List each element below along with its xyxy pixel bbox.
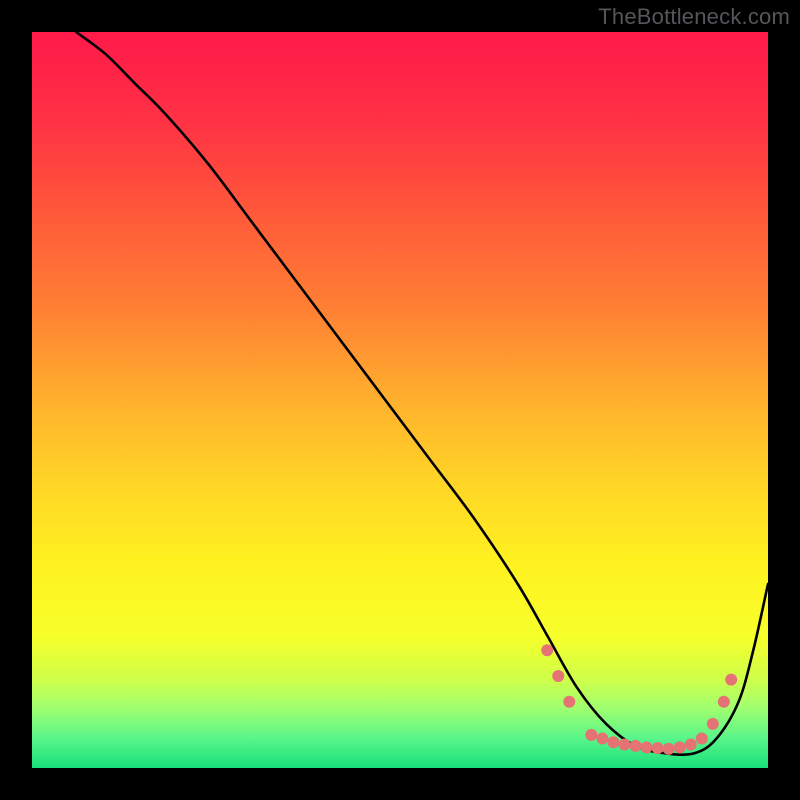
- marker-dot: [630, 740, 642, 752]
- marker-dot: [696, 733, 708, 745]
- watermark-text: TheBottleneck.com: [598, 4, 790, 30]
- marker-dot: [563, 696, 575, 708]
- marker-dot: [607, 736, 619, 748]
- marker-dot: [725, 674, 737, 686]
- marker-dot: [718, 696, 730, 708]
- marker-dot: [641, 741, 653, 753]
- chart-container: TheBottleneck.com: [0, 0, 800, 800]
- marker-dot: [652, 742, 664, 754]
- marker-dot: [541, 644, 553, 656]
- marker-dot: [685, 738, 697, 750]
- marker-dot: [663, 743, 675, 755]
- gradient-background: [32, 32, 768, 768]
- marker-dot: [707, 718, 719, 730]
- plot-area: [32, 32, 768, 768]
- chart-svg: [32, 32, 768, 768]
- marker-dot: [596, 733, 608, 745]
- marker-dot: [585, 729, 597, 741]
- marker-dot: [552, 670, 564, 682]
- marker-dot: [618, 738, 630, 750]
- marker-dot: [674, 741, 686, 753]
